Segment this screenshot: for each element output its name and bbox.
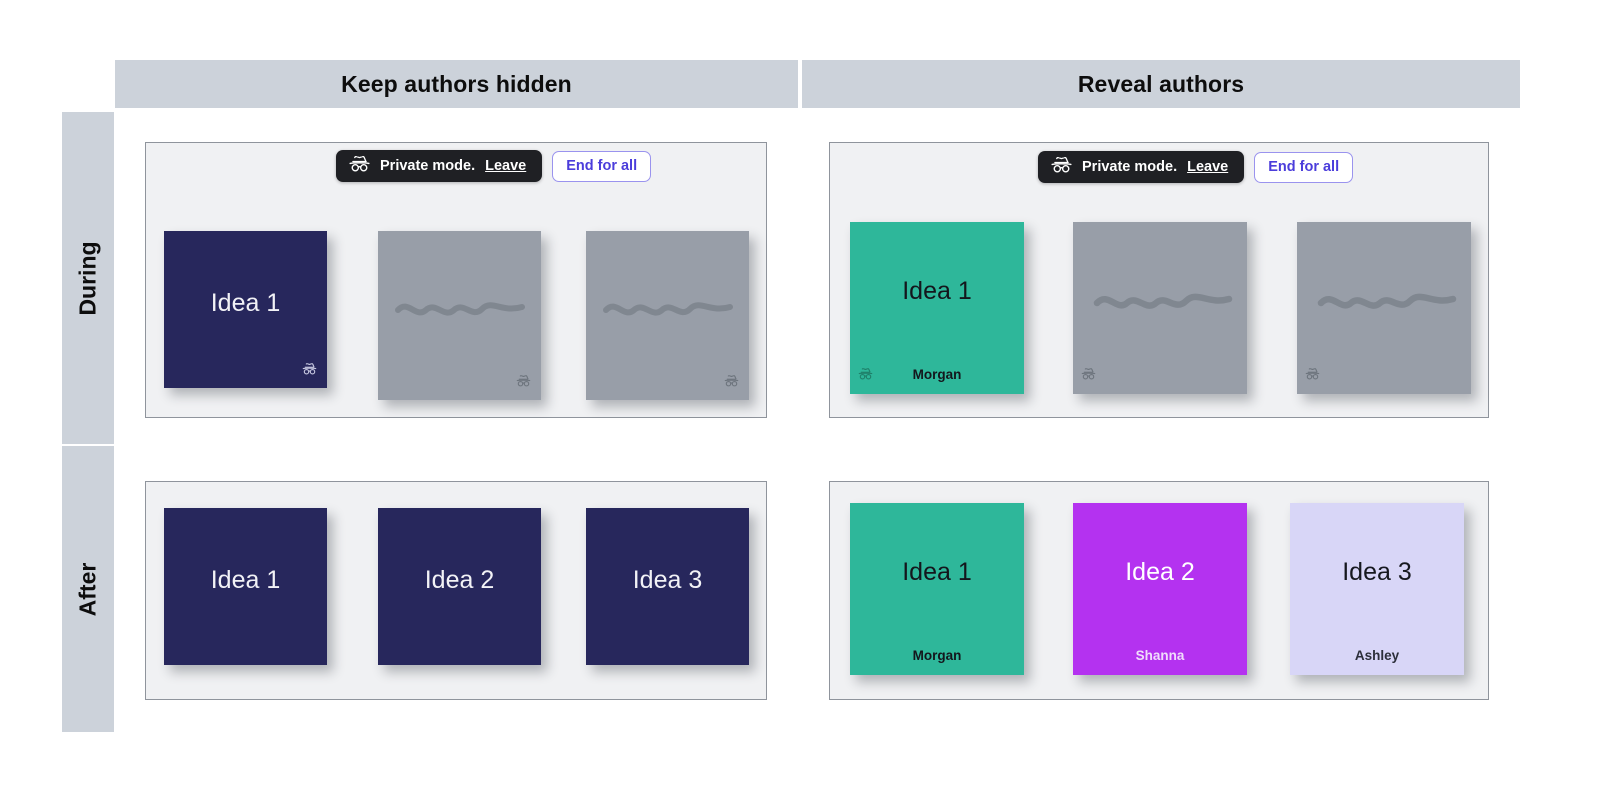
incognito-icon bbox=[349, 155, 370, 176]
idea-card[interactable] bbox=[1297, 222, 1471, 394]
private-mode-badge: Private mode. Leave bbox=[1038, 151, 1245, 183]
idea-card[interactable]: Idea 1 Morgan bbox=[850, 222, 1024, 394]
leave-private-mode-link[interactable]: Leave bbox=[1187, 159, 1228, 175]
idea-card[interactable] bbox=[378, 231, 541, 400]
panel-during-reveal-authors: Private mode. Leave End for all Idea 1 M… bbox=[829, 142, 1489, 418]
card-title: Idea 2 bbox=[1125, 558, 1195, 586]
card-title: Idea 1 bbox=[210, 289, 281, 317]
panel-after-keep-authors-hidden: Idea 1 Idea 2 Idea 3 bbox=[145, 481, 767, 700]
row-label-text: After bbox=[74, 562, 101, 616]
card-title: Idea 3 bbox=[1342, 558, 1412, 586]
card-author: Shanna bbox=[1135, 648, 1185, 663]
column-header-label: Keep authors hidden bbox=[341, 70, 572, 97]
incognito-icon bbox=[724, 374, 739, 392]
row-label-text: During bbox=[74, 240, 101, 316]
idea-card[interactable]: Idea 1 Morgan bbox=[850, 503, 1024, 675]
incognito-icon bbox=[1051, 156, 1072, 177]
card-author: Ashley bbox=[1354, 648, 1400, 663]
incognito-icon bbox=[516, 374, 531, 392]
panel-during-keep-authors-hidden: Private mode. Leave End for all Idea 1 bbox=[145, 142, 767, 418]
comparison-figure: Keep authors hidden Reveal authors Durin… bbox=[0, 0, 1600, 798]
card-title: Idea 2 bbox=[424, 566, 495, 594]
card-title: Idea 1 bbox=[902, 277, 972, 305]
scribble-placeholder-icon bbox=[602, 293, 734, 328]
idea-card[interactable]: Idea 1 bbox=[164, 231, 327, 388]
end-for-all-button[interactable]: End for all bbox=[1254, 151, 1354, 183]
private-mode-badge: Private mode. Leave bbox=[336, 150, 543, 182]
incognito-icon bbox=[858, 367, 873, 385]
column-header-label: Reveal authors bbox=[1077, 70, 1245, 97]
idea-card[interactable]: Idea 3 Ashley bbox=[1290, 503, 1464, 675]
idea-card[interactable]: Idea 3 bbox=[586, 508, 749, 665]
idea-card[interactable] bbox=[1073, 222, 1247, 394]
end-for-all-button[interactable]: End for all bbox=[552, 150, 652, 182]
row-label-after: After bbox=[62, 446, 114, 732]
column-header-keep-authors-hidden: Keep authors hidden bbox=[115, 60, 798, 108]
idea-card[interactable]: Idea 1 bbox=[164, 508, 327, 665]
idea-card[interactable] bbox=[586, 231, 749, 400]
scribble-placeholder-icon bbox=[1317, 285, 1457, 320]
private-mode-text: Private mode. bbox=[380, 158, 476, 174]
scribble-placeholder-icon bbox=[394, 293, 526, 328]
private-mode-toolbar: Private mode. Leave End for all bbox=[336, 150, 652, 182]
private-mode-toolbar: Private mode. Leave End for all bbox=[1038, 151, 1354, 183]
idea-card[interactable]: Idea 2 bbox=[378, 508, 541, 665]
card-author: Morgan bbox=[912, 367, 962, 382]
private-mode-text: Private mode. bbox=[1082, 159, 1178, 175]
column-header-reveal-authors: Reveal authors bbox=[802, 60, 1520, 108]
card-author: Morgan bbox=[912, 648, 962, 663]
row-label-during: During bbox=[62, 112, 114, 444]
incognito-icon bbox=[1305, 367, 1320, 385]
incognito-icon bbox=[302, 362, 317, 380]
incognito-icon bbox=[1081, 367, 1096, 385]
leave-private-mode-link[interactable]: Leave bbox=[485, 158, 526, 174]
card-title: Idea 1 bbox=[902, 558, 972, 586]
scribble-placeholder-icon bbox=[1093, 285, 1233, 320]
card-title: Idea 3 bbox=[632, 566, 703, 594]
card-title: Idea 1 bbox=[210, 566, 281, 594]
panel-after-reveal-authors: Idea 1 Morgan Idea 2 Shanna Idea 3 Ashle… bbox=[829, 481, 1489, 700]
idea-card[interactable]: Idea 2 Shanna bbox=[1073, 503, 1247, 675]
